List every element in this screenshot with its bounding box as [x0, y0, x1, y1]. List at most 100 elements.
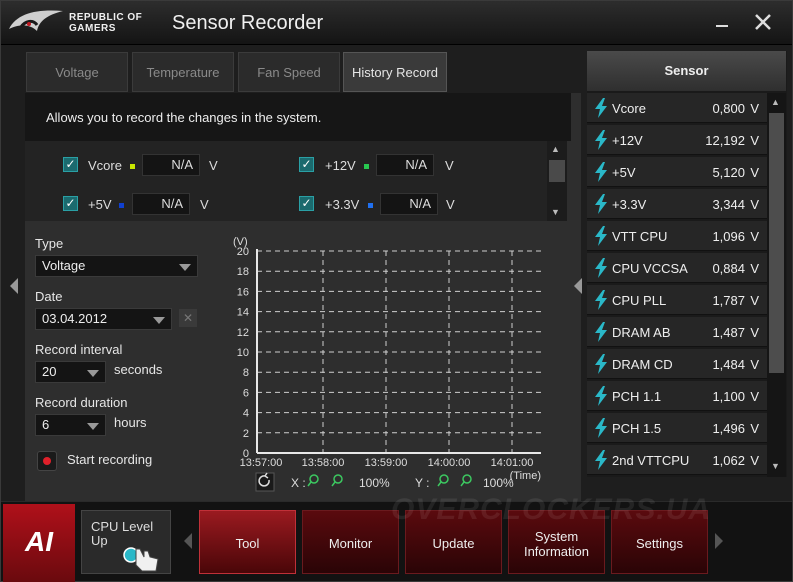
lightning-bolt-icon [595, 194, 607, 214]
record-interval-select[interactable]: 20 [35, 361, 106, 383]
sensor-value: 1,496 [712, 421, 745, 436]
12v-checkbox[interactable]: ✓ [299, 157, 314, 172]
sensor-unit: V [750, 197, 759, 212]
sensor-value: 1,487 [712, 325, 745, 340]
tab-history-record[interactable]: History Record [343, 52, 447, 92]
y-tick-label: 2 [243, 428, 249, 440]
clear-date-icon[interactable]: ✕ [179, 309, 197, 327]
zoom-handle [437, 481, 442, 487]
sensor-name: PCH 1.5 [612, 421, 662, 436]
sensor-name: +3.3V [612, 197, 647, 212]
sensor-unit: V [750, 101, 759, 116]
brand-text: REPUBLIC OF GAMERS [69, 12, 142, 34]
sensor-unit: V [750, 293, 759, 308]
nav-monitor-button[interactable]: Monitor [302, 510, 399, 574]
chevron-down-icon [179, 264, 191, 271]
3v3-checkbox[interactable]: ✓ [299, 196, 314, 211]
y-tick-label: 14 [237, 307, 249, 319]
5v-label: +5V [88, 197, 112, 212]
sensor-value: 1,100 [712, 389, 745, 404]
lightning-bolt-icon [595, 226, 607, 246]
sensor-value: 0,884 [712, 261, 745, 276]
record-duration-label: Record duration [35, 395, 128, 410]
x-tick-label: 13:58:00 [302, 457, 345, 469]
tab-fan-speed[interactable]: Fan Speed [238, 52, 340, 92]
vcore-checkbox[interactable]: ✓ [63, 157, 78, 172]
scroll-down-icon[interactable]: ▼ [771, 461, 780, 471]
history-record-panel: Voltage Temperature Fan Speed History Re… [25, 51, 581, 503]
date-select[interactable]: 03.04.2012 [35, 308, 172, 330]
x-tick-label: 13:57:00 [240, 457, 283, 469]
scroll-up-icon[interactable]: ▲ [771, 97, 780, 107]
minimize-button[interactable] [711, 11, 733, 33]
5v-unit: V [200, 197, 209, 212]
record-duration-value: 6 [42, 417, 50, 432]
lightning-bolt-icon [595, 386, 607, 406]
nav-left-arrow-icon[interactable] [183, 532, 193, 553]
type-value: Voltage [42, 258, 86, 273]
scroll-thumb[interactable] [769, 113, 784, 373]
sensor-unit: V [750, 229, 759, 244]
tab-temperature[interactable]: Temperature [132, 52, 234, 92]
sensor-name: +5V [612, 165, 636, 180]
sensor-unit: V [750, 325, 759, 340]
5v-checkbox[interactable]: ✓ [63, 196, 78, 211]
nav-system-information-label: System Information [523, 529, 590, 559]
sensor-row: Vcore 0,800 V [587, 93, 767, 123]
left-arrow-icon[interactable] [9, 277, 19, 298]
tab-voltage[interactable]: Voltage [26, 52, 128, 92]
cpu-level-up-button[interactable]: CPU Level Up [81, 510, 171, 574]
record-sensor-3v3: ✓ +3.3V N/A V [299, 193, 499, 218]
scroll-thumb[interactable] [549, 160, 565, 182]
date-value: 03.04.2012 [42, 311, 108, 326]
record-interval-unit: seconds [114, 362, 163, 377]
app-title: Sensor Recorder [172, 12, 324, 34]
y-tick-label: 20 [237, 246, 249, 258]
scroll-down-icon[interactable]: ▼ [551, 207, 560, 217]
lightning-bolt-icon [595, 450, 607, 470]
type-select[interactable]: Voltage [35, 255, 198, 277]
sensor-list-scrollbar[interactable]: ▲ ▼ [547, 141, 567, 221]
sensor-name: 2nd VTTCPU [612, 453, 690, 468]
sensor-value: 12,192 [705, 133, 745, 148]
zoom-out-icon[interactable] [462, 474, 472, 484]
tab-bar: Voltage Temperature Fan Speed History Re… [25, 51, 581, 93]
nav-right-arrow-icon[interactable] [714, 532, 724, 553]
nav-tool-label: Tool [235, 536, 260, 551]
sensor-unit: V [750, 453, 759, 468]
watermark: OVERCLOCKERS.UA [391, 493, 712, 526]
close-button[interactable] [752, 11, 774, 33]
hand-pointer-icon [123, 547, 159, 572]
sensor-name: VTT CPU [612, 229, 668, 244]
tab-content: Allows you to record the changes in the … [25, 93, 581, 503]
scroll-up-icon[interactable]: ▲ [551, 144, 560, 154]
sensor-value: 1,484 [712, 357, 745, 372]
5v-color-dot [119, 203, 124, 208]
sensor-unit: V [750, 133, 759, 148]
ai-suite-button[interactable]: AI [3, 504, 75, 582]
history-chart: (V)2018161412108642013:57:00 13:58:00 13:5… [233, 236, 541, 492]
zoom-in-icon[interactable] [439, 474, 449, 484]
nav-tool-button[interactable]: Tool [199, 510, 296, 574]
vcore-label: Vcore [88, 158, 122, 173]
left-arrow-icon[interactable] [573, 277, 583, 298]
start-recording-button[interactable] [37, 451, 57, 471]
vcore-color-dot [130, 164, 135, 169]
lightning-bolt-icon [595, 162, 607, 182]
x-zoom-value: 100% [359, 476, 390, 490]
record-duration-select[interactable]: 6 [35, 414, 106, 436]
description-text: Allows you to record the changes in the … [25, 93, 571, 141]
sensor-panel-scrollbar[interactable]: ▲ ▼ [767, 93, 786, 477]
3v3-unit: V [446, 197, 455, 212]
12v-label: +12V [325, 158, 356, 173]
sensor-row: DRAM CD 1,484 V [587, 349, 767, 379]
title-bar: REPUBLIC OF GAMERS Sensor Recorder [1, 1, 792, 45]
y-tick-label: 18 [237, 266, 249, 278]
ai-logo-icon: AI [25, 526, 53, 557]
zoom-out-icon[interactable] [333, 474, 343, 484]
zoom-in-icon[interactable] [309, 474, 319, 484]
nav-update-label: Update [432, 536, 475, 551]
sensor-row: +3.3V 3,344 V [587, 189, 767, 219]
x-axis-label: (Time) [510, 470, 541, 482]
sensor-name: CPU VCCSA [612, 261, 688, 276]
